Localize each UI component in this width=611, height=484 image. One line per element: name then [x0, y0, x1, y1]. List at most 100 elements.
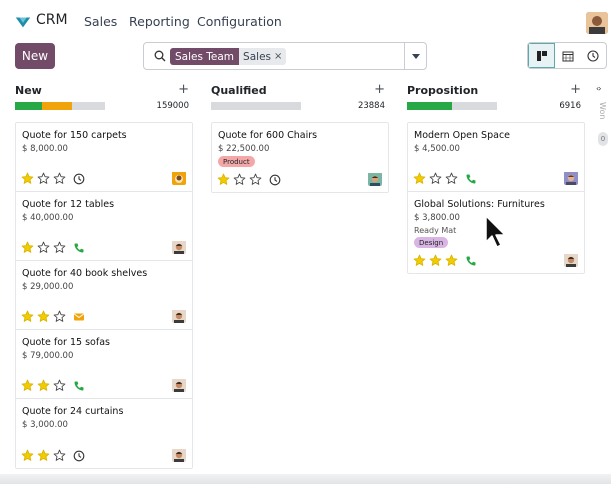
- clock-icon[interactable]: [269, 174, 281, 186]
- add-card-icon[interactable]: +: [178, 82, 189, 97]
- card-amount: $ 3,800.00: [414, 213, 460, 223]
- card-name: Global Solutions: Furnitures: [414, 199, 545, 210]
- card-name: Quote for 24 curtains: [22, 406, 124, 417]
- kanban-card[interactable]: Quote for 12 tables $ 40,000.00: [16, 192, 192, 261]
- star-empty-icon[interactable]: [37, 241, 50, 254]
- star-filled-icon[interactable]: [445, 254, 458, 267]
- star-filled-icon[interactable]: [21, 172, 34, 185]
- column-progressbar[interactable]: [407, 102, 497, 110]
- column-progressbar[interactable]: [211, 102, 301, 110]
- search-facet: Sales Team Sales ×: [170, 48, 287, 65]
- card-footer: [21, 172, 85, 185]
- clock-icon: [587, 49, 599, 62]
- menu-sales[interactable]: Sales: [84, 14, 117, 29]
- star-filled-icon[interactable]: [217, 173, 230, 186]
- column-progressbar[interactable]: [15, 102, 105, 110]
- kanban-card[interactable]: Quote for 15 sofas $ 79,000.00: [16, 330, 192, 399]
- star-filled-icon[interactable]: [37, 449, 50, 462]
- add-card-icon[interactable]: +: [570, 82, 581, 97]
- star-filled-icon[interactable]: [21, 310, 34, 323]
- add-card-icon[interactable]: +: [374, 82, 385, 97]
- card-list: Quote for 150 carpets $ 8,000.00 Quote f…: [15, 122, 193, 469]
- column-total: 6916: [559, 101, 581, 111]
- avatar: [172, 171, 186, 185]
- star-filled-icon[interactable]: [37, 379, 50, 392]
- star-empty-icon[interactable]: [53, 310, 66, 323]
- kanban-card[interactable]: Quote for 150 carpets $ 8,000.00: [16, 123, 192, 192]
- card-amount: $ 8,000.00: [22, 144, 68, 154]
- star-filled-icon[interactable]: [413, 172, 426, 185]
- star-empty-icon[interactable]: [249, 173, 262, 186]
- progress-green[interactable]: [407, 102, 452, 110]
- card-amount: $ 40,000.00: [22, 213, 74, 223]
- folded-column-won[interactable]: ‹› Won 0: [596, 84, 610, 150]
- column-title[interactable]: Proposition: [407, 84, 478, 97]
- phone-icon[interactable]: [465, 173, 477, 185]
- phone-icon[interactable]: [73, 380, 85, 392]
- avatar: [564, 253, 578, 267]
- star-empty-icon[interactable]: [429, 172, 442, 185]
- top-navbar: CRM Sales Reporting Configuration: [0, 0, 611, 44]
- column-new: New + 159000 Quote for 150 carpets $ 8,0…: [15, 82, 193, 469]
- card-name: Modern Open Space: [414, 130, 511, 141]
- activity-view-button[interactable]: [581, 43, 606, 68]
- card-footer: [21, 241, 85, 254]
- kanban-card[interactable]: Quote for 600 Chairs $ 22,500.00 Product: [212, 123, 388, 192]
- card-name: Quote for 12 tables: [22, 199, 115, 210]
- star-empty-icon[interactable]: [233, 173, 246, 186]
- column-title[interactable]: New: [15, 84, 42, 97]
- envelope-icon[interactable]: [73, 311, 85, 323]
- star-filled-icon[interactable]: [21, 379, 34, 392]
- column-proposition: Proposition + 6916 Modern Open Space $ 4…: [407, 82, 585, 274]
- star-empty-icon[interactable]: [53, 241, 66, 254]
- star-empty-icon[interactable]: [37, 172, 50, 185]
- search-bar[interactable]: Sales Team Sales ×: [143, 42, 427, 70]
- search-options-toggle[interactable]: [404, 43, 426, 69]
- card-name: Quote for 600 Chairs: [218, 130, 318, 141]
- view-switcher: [527, 42, 607, 69]
- card-name: Quote for 40 book shelves: [22, 268, 148, 279]
- unfold-arrows-icon[interactable]: ‹›: [596, 84, 602, 93]
- kanban-card[interactable]: Quote for 24 curtains $ 3,000.00: [16, 399, 192, 468]
- facet-remove-icon[interactable]: ×: [274, 51, 282, 62]
- phone-icon[interactable]: [465, 255, 477, 267]
- column-title[interactable]: Qualified: [211, 84, 267, 97]
- star-empty-icon[interactable]: [53, 379, 66, 392]
- menu-reporting[interactable]: Reporting: [129, 14, 190, 29]
- star-filled-icon[interactable]: [21, 449, 34, 462]
- kanban-view-button[interactable]: [528, 43, 556, 68]
- kanban-card[interactable]: Modern Open Space $ 4,500.00: [408, 123, 584, 192]
- progress-green[interactable]: [15, 102, 42, 110]
- star-empty-icon[interactable]: [53, 449, 66, 462]
- mouse-pointer-icon: [485, 215, 506, 248]
- column-qualified: Qualified + 23884 Quote for 600 Chairs $…: [211, 82, 389, 193]
- avatar: [368, 172, 382, 186]
- star-filled-icon[interactable]: [429, 254, 442, 267]
- card-footer: [413, 254, 477, 267]
- avatar: [564, 171, 578, 185]
- new-button[interactable]: New: [15, 43, 55, 69]
- phone-icon[interactable]: [73, 242, 85, 254]
- progress-orange[interactable]: [42, 102, 72, 110]
- clock-icon[interactable]: [73, 450, 85, 462]
- calendar-icon: [562, 51, 574, 61]
- crm-logo-icon[interactable]: [14, 13, 32, 31]
- clock-icon[interactable]: [73, 173, 85, 185]
- menu-configuration[interactable]: Configuration: [197, 14, 282, 29]
- star-filled-icon[interactable]: [413, 254, 426, 267]
- card-footer: [21, 310, 85, 323]
- kanban-card[interactable]: Quote for 40 book shelves $ 29,000.00: [16, 261, 192, 330]
- star-filled-icon[interactable]: [37, 310, 50, 323]
- app-name[interactable]: CRM: [36, 12, 68, 28]
- avatar: [172, 448, 186, 462]
- calendar-view-button[interactable]: [555, 43, 580, 68]
- star-filled-icon[interactable]: [21, 241, 34, 254]
- folded-column-title: Won: [598, 102, 607, 120]
- avatar: [172, 309, 186, 323]
- user-avatar[interactable]: [586, 12, 608, 34]
- star-empty-icon[interactable]: [445, 172, 458, 185]
- card-footer: [21, 379, 85, 392]
- card-amount: $ 22,500.00: [218, 144, 270, 154]
- card-name: Quote for 15 sofas: [22, 337, 110, 348]
- star-empty-icon[interactable]: [53, 172, 66, 185]
